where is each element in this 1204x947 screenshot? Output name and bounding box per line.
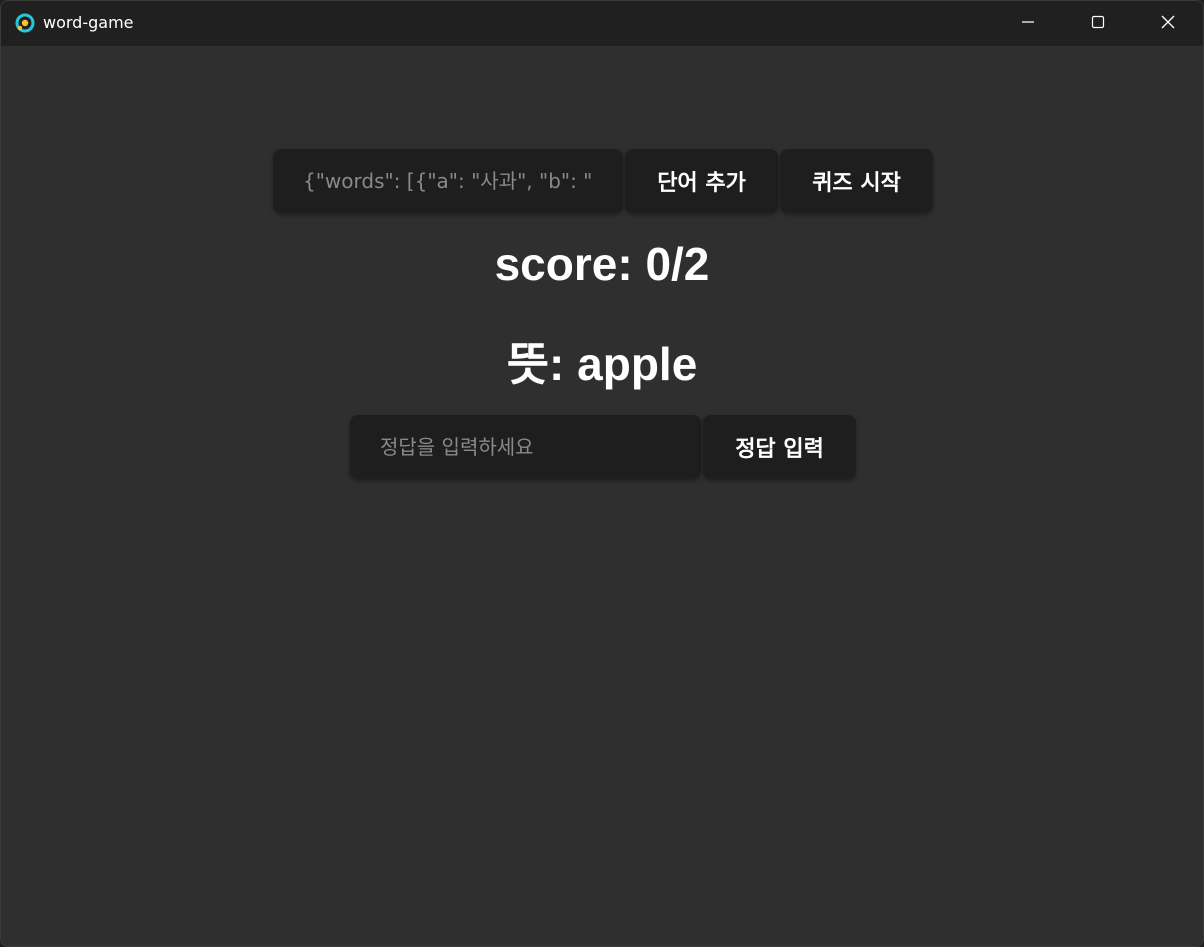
start-quiz-button[interactable]: 퀴즈 시작 xyxy=(780,149,933,213)
minimize-icon xyxy=(1020,14,1036,34)
window-title: word-game xyxy=(43,13,134,32)
words-json-input[interactable] xyxy=(273,149,623,213)
minimize-button[interactable] xyxy=(993,1,1063,46)
submit-answer-button[interactable]: 정답 입력 xyxy=(703,415,856,479)
app-window: word-game 단어 추가 퀴즈 시작 score: 0/2 뜻: appl xyxy=(0,0,1204,947)
close-button[interactable] xyxy=(1133,1,1203,46)
title-bar[interactable]: word-game xyxy=(1,1,1203,46)
meaning-display: 뜻: apple xyxy=(506,338,698,390)
close-icon xyxy=(1160,14,1176,34)
add-words-button[interactable]: 단어 추가 xyxy=(625,149,778,213)
maximize-button[interactable] xyxy=(1063,1,1133,46)
app-logo-icon xyxy=(15,13,35,33)
main-content: 단어 추가 퀴즈 시작 score: 0/2 뜻: apple 정답 입력 xyxy=(1,46,1203,946)
answer-input[interactable] xyxy=(350,415,701,479)
score-display: score: 0/2 xyxy=(494,238,710,290)
maximize-icon xyxy=(1090,14,1106,34)
